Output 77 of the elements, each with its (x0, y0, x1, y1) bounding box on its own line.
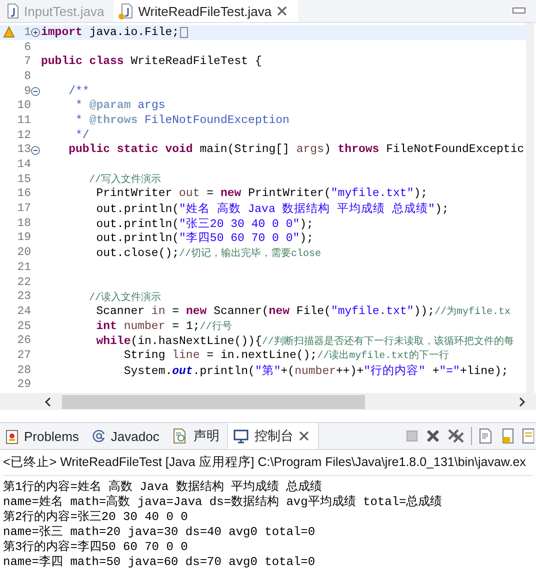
line-number: 26 (17, 334, 31, 348)
document-icon[interactable] (522, 428, 534, 444)
line-number: 24 (17, 304, 31, 318)
code-line: */ (74, 128, 90, 142)
remove-icon[interactable] (425, 429, 441, 443)
folded-code-icon[interactable] (180, 26, 188, 38)
fold-icon[interactable] (31, 28, 40, 37)
editor-tab[interactable]: WriteReadFileTest.java (114, 0, 298, 22)
line-number: 13 (17, 143, 31, 156)
minimize-icon[interactable] (512, 7, 526, 15)
line-number: 6 (24, 40, 31, 54)
code-line: * @param args (74, 99, 166, 112)
line-number: 20 (17, 246, 31, 260)
line-number: 28 (17, 364, 31, 377)
code-line: public static void main(String[] args) throws FileNotFoundExceptic (68, 143, 524, 156)
line-number: 21 (17, 260, 31, 274)
lock-icon[interactable] (500, 428, 516, 444)
line-number: 15 (17, 172, 31, 186)
view-tab[interactable]: Problems (0, 423, 87, 449)
console-output-line: 第1行的内容=姓名 高数 Java 数据结构 平均成绩 总成绩 (3, 478, 324, 493)
code-line: Scanner in = new Scanner(new File("myfile.txt"));//为myfile.tx (95, 304, 510, 318)
line-number: 17 (17, 202, 31, 216)
fold-icon[interactable] (31, 146, 40, 154)
line-number: 7 (24, 55, 31, 68)
console-output-line: name=李四 math=50 java=60 ds=70 avg0 total=0 (3, 554, 316, 568)
code-line: out.println("姓名 高数 Java 数据结构 平均成绩 总成绩"); (95, 201, 449, 216)
code-line: /** (68, 84, 90, 98)
line-number: 1 (24, 26, 31, 39)
console-output-line: name=姓名 math=高数 java=Java ds=数据结构 avg平均成绩 total=总成绩 (3, 494, 444, 508)
scrollbar[interactable] (0, 393, 536, 410)
code-line: out.println("李四50 60 70 0 0"); (95, 230, 314, 246)
at-sign-icon (92, 429, 106, 443)
line-number: 8 (24, 70, 31, 83)
code-line: System.out.println("第"+(number++)+"行的内容" +"="+line); (122, 363, 508, 378)
console-output-line: 第2行的内容=张三20 30 40 0 0 (3, 509, 189, 523)
file-icon (6, 3, 20, 19)
line-number: 25 (17, 320, 31, 333)
close-icon[interactable] (276, 5, 288, 17)
scrollbar[interactable] (526, 23, 534, 393)
line-number: 14 (17, 158, 31, 172)
code-line: PrintWriter out = new PrintWriter("myfile.txt"); (95, 187, 428, 200)
line-number: 18 (17, 216, 31, 230)
view-tab[interactable]: 声明 (167, 423, 228, 449)
file-icon (120, 3, 134, 19)
warning-icon (3, 26, 15, 38)
code-line: //读入文件演示 (88, 290, 162, 304)
code-line: while(in.hasNextLine()){//判断扫描器是否还有下一行未读取，该循环把文件的每 (95, 334, 514, 348)
fold-icon[interactable] (31, 86, 40, 96)
view-tab[interactable]: 控制台 (227, 423, 320, 449)
line-number: 11 (17, 114, 31, 127)
line-number: 10 (17, 99, 31, 112)
monitor-icon (233, 428, 250, 444)
remove-all-icon[interactable] (447, 428, 465, 444)
document-icon (172, 428, 188, 444)
line-number: 22 (17, 276, 31, 289)
console-output-line: name=张三 math=20 java=30 ds=40 avg0 total=0 (3, 524, 316, 538)
line-number: 27 (17, 348, 31, 362)
code-line: //写入文件演示 (88, 172, 162, 186)
code-line: String line = in.nextLine();//读出myfile.txt的下一行 (122, 348, 450, 362)
line-number: 16 (17, 187, 31, 200)
line-number: 9 (24, 84, 31, 98)
line-number: 12 (17, 128, 31, 142)
line-number: 23 (17, 290, 31, 304)
console-header: <已终止> WriteReadFileTest [Java 应用程序] C:\Program Files\Java\jre1.8.0_131\bin\javaw.ex (3, 452, 533, 476)
code-line: public class WriteReadFileTest { (41, 55, 262, 68)
clipboard-icon (5, 428, 19, 444)
code-line: int number = 1;//行号 (95, 319, 232, 334)
view-tab[interactable]: Javadoc (86, 423, 168, 449)
code-line: out.close();//切记，输出完毕，需要close (95, 246, 322, 260)
close-icon[interactable] (298, 430, 310, 442)
line-number: 19 (17, 231, 31, 244)
code-line: out.println("张三20 30 40 0 0"); (95, 216, 314, 231)
code-line: * @throws FileNotFoundException (74, 114, 290, 127)
document-icon[interactable] (478, 428, 494, 444)
line-number: 29 (17, 378, 31, 392)
console-output-line: 第3行的内容=李四50 60 70 0 0 (3, 539, 189, 553)
code-line: import java.io.File; (41, 26, 180, 39)
